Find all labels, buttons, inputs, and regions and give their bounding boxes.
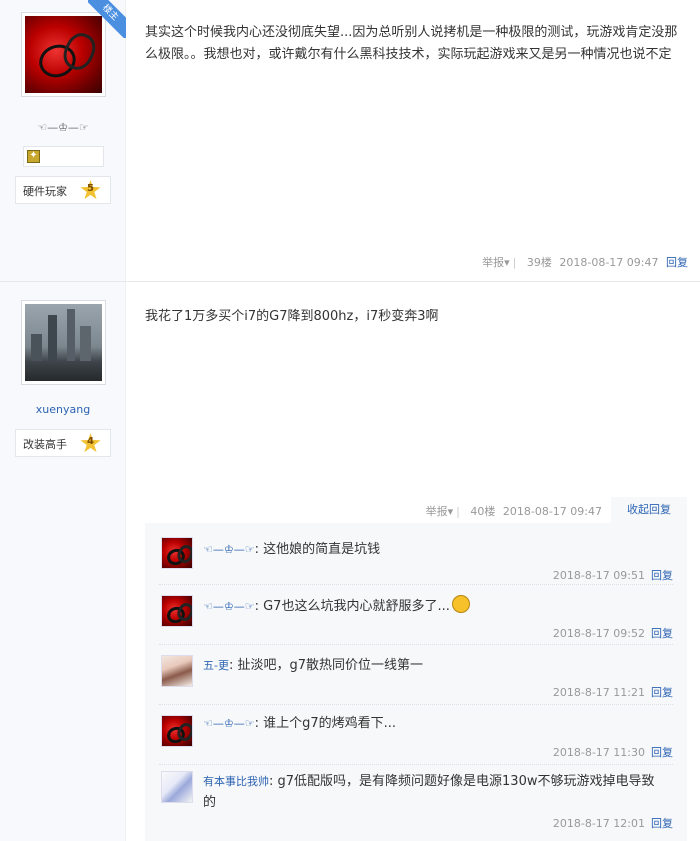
comment-time: 2018-8-17 11:30 [552, 746, 645, 759]
collapse-replies-button[interactable]: 收起回复 [611, 497, 687, 523]
list-item: 有本事比我帅: g7低配版吗，是有降频问题好像是电源130w不够玩游戏掉电导致的… [159, 767, 673, 841]
comment-time: 2018-8-17 11:21 [552, 686, 645, 699]
comment-text: : 扯淡吧，g7散热同价位一线第一 [228, 658, 424, 673]
avatar[interactable] [161, 655, 193, 687]
comment-time: 2018-8-17 09:51 [552, 569, 645, 582]
level-badge[interactable]: 硬件玩家 5 [15, 176, 111, 204]
medal-icon[interactable]: ✦ [27, 150, 40, 163]
post-meta: 举报▾ | 40楼 2018-08-17 09:47 [425, 505, 602, 518]
post-content: 我花了1万多买个i7的G7降到800hz，i7秒变奔3啊 [145, 309, 439, 324]
comment-user[interactable]: ☜—♔—☞ [203, 717, 255, 730]
comment-user[interactable]: 五-更 [203, 659, 229, 672]
reply-button[interactable]: 回复 [651, 627, 673, 640]
list-item: ☜—♔—☞: G7也这么坑我内心就舒服多了... 2018-8-17 09:52… [159, 587, 673, 645]
avatar[interactable] [161, 715, 193, 747]
floor-number: 39楼 [526, 256, 552, 269]
comment-text: : 谁上个g7的烤鸡看下... [254, 716, 397, 731]
list-item: ☜—♔—☞: 这他娘的简直是坑钱 2018-8-17 09:51 回复 [159, 531, 673, 585]
post-time: 2018-08-17 09:47 [502, 505, 602, 518]
comment-user[interactable]: ☜—♔—☞ [203, 543, 255, 556]
reply-button[interactable]: 回复 [651, 817, 673, 830]
op-badge: 楼主 [88, 0, 126, 38]
emoji-icon [451, 595, 470, 613]
reply-button[interactable]: 回复 [666, 256, 688, 269]
post-39: 楼主 ☜—♔—☞ ✦ 硬件玩家 5 其实这个时候我内心还没彻底失望...因为总听… [0, 0, 700, 282]
level-number: 4 [87, 436, 94, 447]
report-button[interactable]: 举报▾ [426, 505, 454, 518]
reply-button[interactable]: 回复 [651, 569, 673, 582]
floor-number: 40楼 [470, 505, 496, 518]
post-meta: 举报▾ | 39楼 2018-08-17 09:47 回复 [482, 256, 688, 269]
list-item: 五-更: 扯淡吧，g7散热同价位一线第一 2018-8-17 11:21 回复 [159, 647, 673, 705]
post-content: 其实这个时候我内心还没彻底失望...因为总听别人说拷机是一种极限的测试，玩游戏肯… [145, 25, 678, 62]
sub-replies: ☜—♔—☞: 这他娘的简直是坑钱 2018-8-17 09:51 回复 ☜—♔—☞… [145, 523, 687, 841]
user-sidebar: 楼主 ☜—♔—☞ ✦ 硬件玩家 5 [0, 0, 126, 281]
reply-button[interactable]: 回复 [651, 686, 673, 699]
avatar[interactable] [161, 537, 193, 569]
level-number: 5 [87, 183, 94, 194]
comment-time: 2018-8-17 09:52 [552, 627, 645, 640]
username[interactable]: xuenyang [0, 403, 126, 416]
level-badge[interactable]: 改装高手 4 [15, 429, 111, 457]
report-button[interactable]: 举报▾ [482, 256, 510, 269]
comment-user[interactable]: 有本事比我帅 [203, 775, 269, 788]
comment-user[interactable]: ☜—♔—☞ [203, 600, 255, 613]
level-title: 硬件玩家 [23, 185, 67, 198]
reply-button[interactable]: 回复 [651, 746, 673, 759]
comment-text: : G7也这么坑我内心就舒服多了... [254, 599, 450, 614]
medal-bar: ✦ [23, 146, 104, 167]
avatar[interactable] [21, 300, 106, 385]
avatar[interactable] [161, 771, 193, 803]
user-sidebar: xuenyang 改装高手 4 [0, 282, 126, 841]
level-title: 改装高手 [23, 438, 67, 451]
avatar[interactable] [161, 595, 193, 627]
comment-time: 2018-8-17 12:01 [552, 817, 645, 830]
comment-text: : g7低配版吗，是有降频问题好像是电源130w不够玩游戏掉电导致的 [203, 774, 655, 810]
username[interactable]: ☜—♔—☞ [0, 121, 126, 134]
post-time: 2018-08-17 09:47 [559, 256, 659, 269]
comment-text: : 这他娘的简直是坑钱 [254, 542, 381, 557]
list-item: ☜—♔—☞: 谁上个g7的烤鸡看下... 2018-8-17 11:30 回复 [159, 707, 673, 765]
